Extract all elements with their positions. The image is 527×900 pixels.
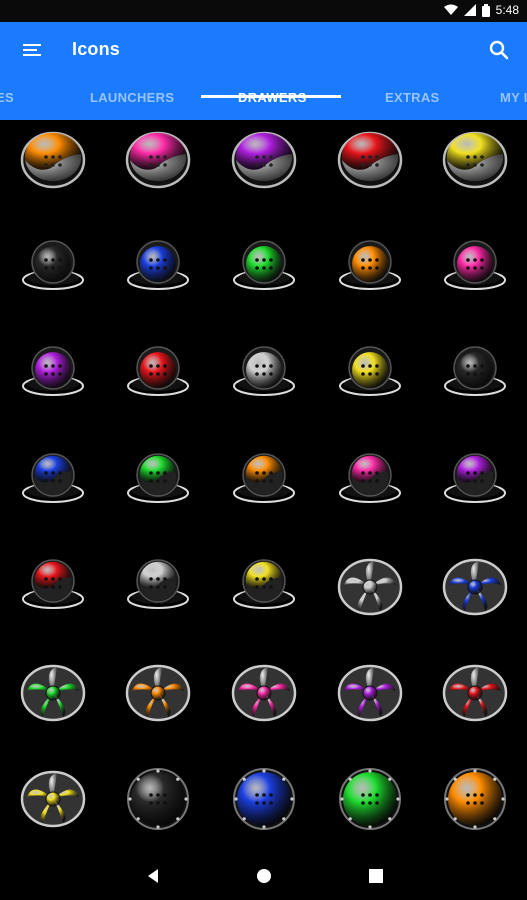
drawer-icon-image [339,240,401,290]
drawer-icon[interactable] [118,120,198,200]
drawer-icon[interactable] [330,759,410,839]
drawer-icon-image [127,453,189,503]
drawer-icon-image [22,346,84,396]
drawer-icon-image [339,346,401,396]
drawer-icon-image [444,768,506,830]
drawer-icon[interactable] [330,653,410,733]
wifi-icon [443,4,458,15]
drawer-icon[interactable] [224,759,304,839]
drawer-icon-image [442,131,508,189]
toolbar: Icons [0,22,527,78]
drawer-icon-image [444,453,506,503]
drawer-icon[interactable] [224,120,304,200]
drawer-icon-image [22,240,84,290]
tab-bar: ES LAUNCHERS DRAWERS EXTRAS MY I [0,78,527,120]
signal-icon [463,4,476,16]
drawer-icon-image [20,770,86,828]
drawer-icon-image [127,346,189,396]
drawer-icon[interactable] [118,547,198,627]
drawer-icon[interactable] [330,120,410,200]
drawer-icon[interactable] [224,441,304,521]
drawer-icon-image [127,559,189,609]
page-title: Icons [72,39,121,59]
tab-extras[interactable]: EXTRAS [385,90,440,105]
drawer-icon[interactable] [330,441,410,521]
tab-icons[interactable]: ES [0,90,14,105]
drawer-icon-image [233,768,295,830]
icon-grid [0,120,527,850]
tab-indicator [201,95,341,98]
drawer-icon[interactable] [435,653,515,733]
back-button[interactable] [142,865,164,887]
drawer-icon[interactable] [435,441,515,521]
drawer-icon-image [233,240,295,290]
home-icon [257,869,271,883]
menu-icon [23,44,41,56]
drawer-icon[interactable] [435,759,515,839]
drawer-icon-image [127,240,189,290]
recents-icon [369,869,383,883]
drawer-icon[interactable] [224,334,304,414]
drawer-icon[interactable] [13,759,93,839]
menu-button[interactable] [20,38,44,62]
drawer-icon-image [337,664,403,722]
drawer-icon[interactable] [435,334,515,414]
drawer-icon[interactable] [118,441,198,521]
drawer-icon[interactable] [13,120,93,200]
drawer-icon-image [339,768,401,830]
status-time: 5:48 [495,3,519,17]
drawer-icon[interactable] [330,228,410,308]
drawer-icon-image [337,131,403,189]
app-bar: Icons ES LAUNCHERS DRAWERS EXTRAS MY I [0,22,527,120]
drawer-icon-image [233,559,295,609]
back-icon [148,869,158,883]
drawer-icon-image [125,131,191,189]
tab-my-icons[interactable]: MY I [500,90,527,105]
tab-launchers[interactable]: LAUNCHERS [90,90,174,105]
drawer-icon[interactable] [13,547,93,627]
drawer-icon-image [233,453,295,503]
status-bar: 5:48 [0,0,527,22]
home-button[interactable] [253,865,275,887]
drawer-icon[interactable] [224,653,304,733]
drawer-icon[interactable] [435,228,515,308]
drawer-icon-image [20,131,86,189]
drawer-icon-image [125,664,191,722]
recents-button[interactable] [365,865,387,887]
drawer-icon-image [22,453,84,503]
drawer-icon-image [231,664,297,722]
drawer-icon-image [442,664,508,722]
drawer-icon-image [127,768,189,830]
drawer-icon[interactable] [435,120,515,200]
drawer-icon[interactable] [118,653,198,733]
drawer-icon-image [442,558,508,616]
drawer-icon[interactable] [13,653,93,733]
drawer-icon[interactable] [224,228,304,308]
drawer-icon[interactable] [330,334,410,414]
drawer-icon-image [22,559,84,609]
drawer-icon-image [231,131,297,189]
drawer-icon-image [444,240,506,290]
drawer-icon-image [233,346,295,396]
drawer-icon[interactable] [118,228,198,308]
drawer-icon[interactable] [224,547,304,627]
drawer-icon[interactable] [118,759,198,839]
drawer-icon-image [20,664,86,722]
search-icon [489,40,509,60]
drawer-icon[interactable] [13,228,93,308]
drawer-icon[interactable] [435,547,515,627]
drawer-icon-image [339,453,401,503]
navigation-bar [0,850,527,900]
drawer-icon-image [444,346,506,396]
search-button[interactable] [487,38,511,62]
drawer-icon[interactable] [118,334,198,414]
drawer-icon[interactable] [13,334,93,414]
drawer-icon[interactable] [330,547,410,627]
drawer-icon[interactable] [13,441,93,521]
drawer-icon-image [337,558,403,616]
status-icons: 5:48 [443,3,519,17]
battery-icon [481,3,490,17]
